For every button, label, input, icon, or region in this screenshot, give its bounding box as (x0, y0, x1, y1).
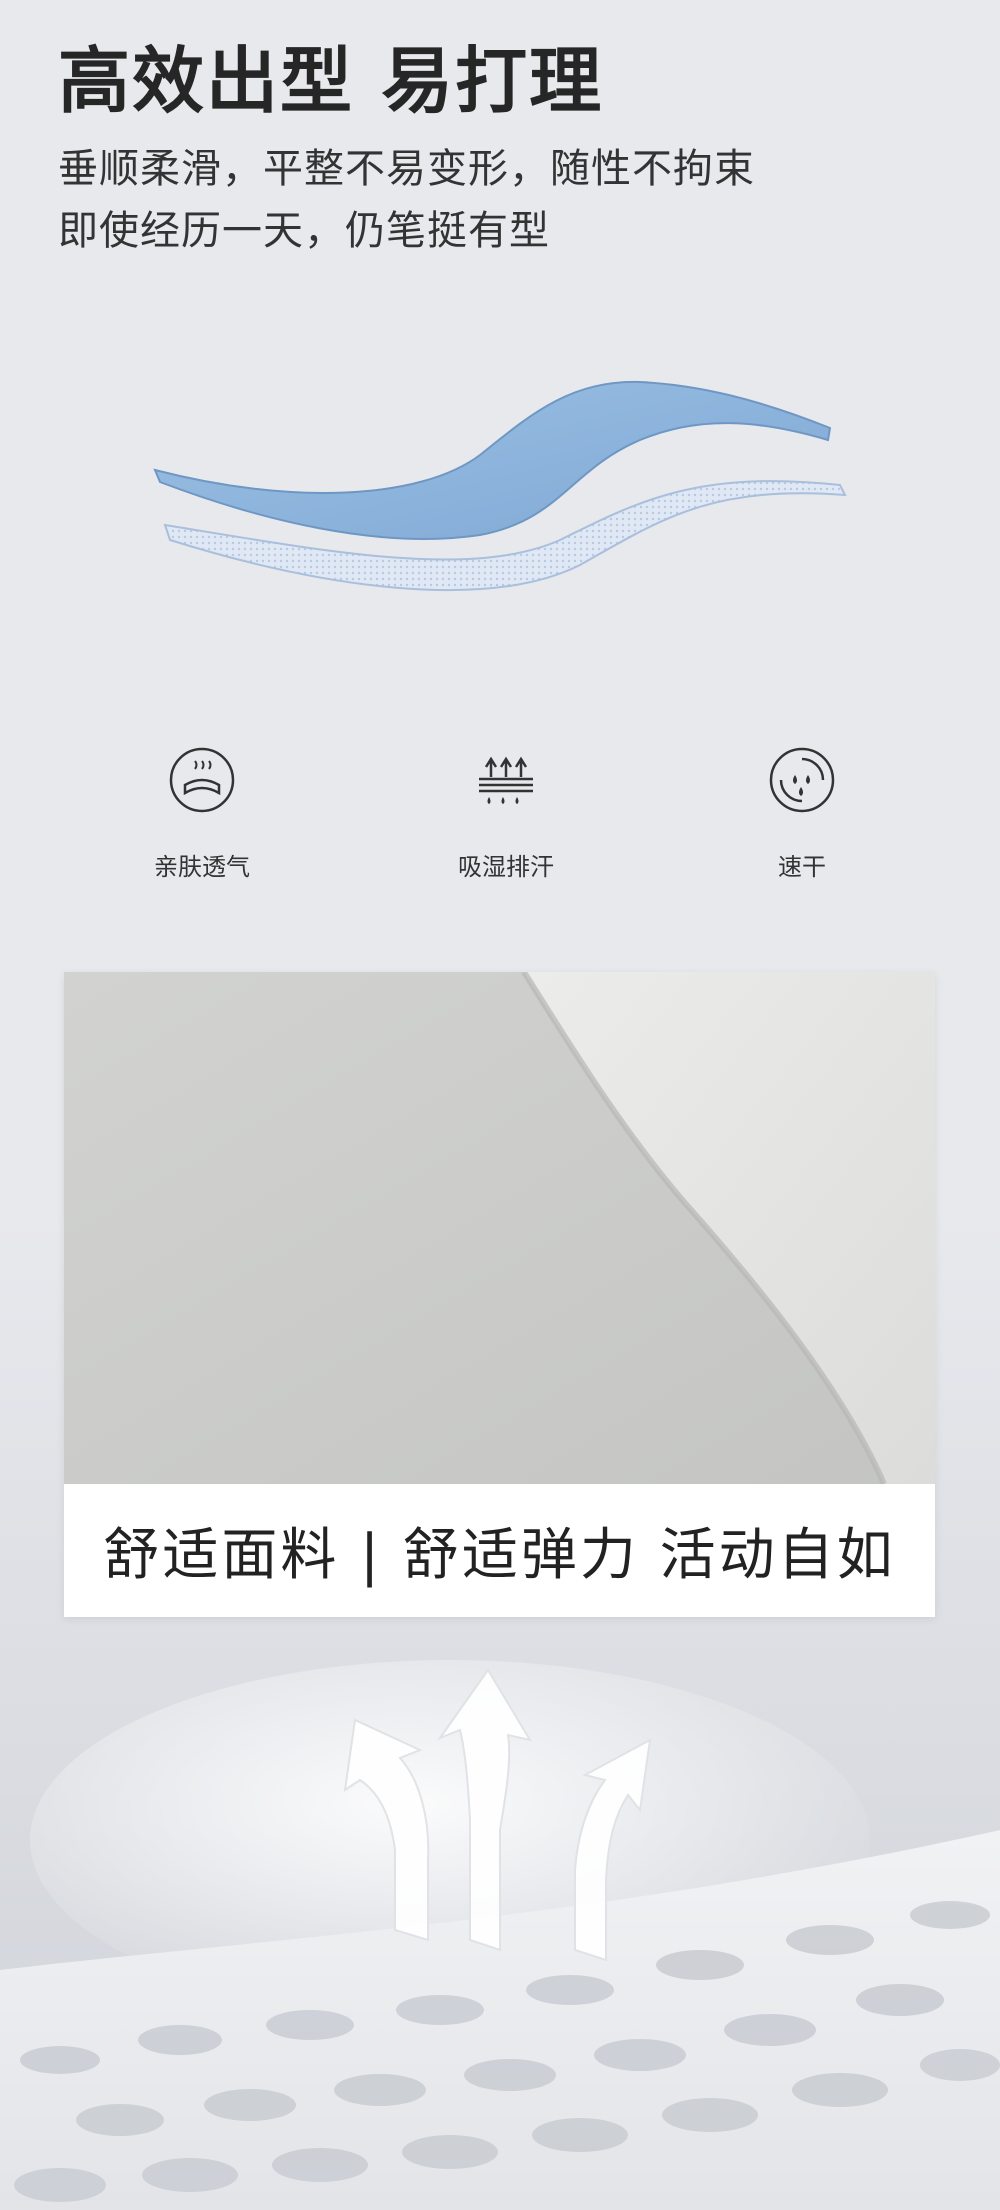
page-title: 高效出型 易打理 (58, 39, 604, 123)
breathability-illustration (0, 1660, 1000, 2210)
feature-breathable-label: 亲肤透气 (154, 853, 250, 881)
feature-moisture-label: 吸湿排汗 (458, 853, 554, 881)
feature-breathable: 亲肤透气 (92, 745, 312, 882)
feature-list: 亲肤透气 吸湿排汗 速干 (0, 745, 1000, 905)
moisture-wicking-icon (479, 756, 533, 804)
fabric-closeup-image (64, 972, 935, 1484)
subtitle-line-2: 即使经历一天，仍笔挺有型 (58, 208, 550, 254)
fabric-caption: 舒适面料 | 舒适弹力 活动自如 (64, 1484, 935, 1617)
feature-quickdry-label: 速干 (778, 853, 826, 881)
fabric-photo-card: 舒适面料 | 舒适弹力 活动自如 (64, 972, 935, 1617)
product-detail-page: 高效出型 易打理 垂顺柔滑，平整不易变形，随性不拘束 即使经历一天，仍笔挺有型 (0, 0, 1000, 2210)
feature-moisture: 吸湿排汗 (396, 745, 616, 882)
feature-quickdry: 速干 (692, 745, 912, 882)
quick-dry-icon (769, 747, 835, 813)
breathable-fabric-icon (169, 747, 235, 813)
page-subtitle: 垂顺柔滑，平整不易变形，随性不拘束 即使经历一天，仍笔挺有型 (58, 138, 755, 262)
fabric-layers-illustration (153, 380, 847, 592)
subtitle-line-1: 垂顺柔滑，平整不易变形，随性不拘束 (58, 146, 755, 192)
